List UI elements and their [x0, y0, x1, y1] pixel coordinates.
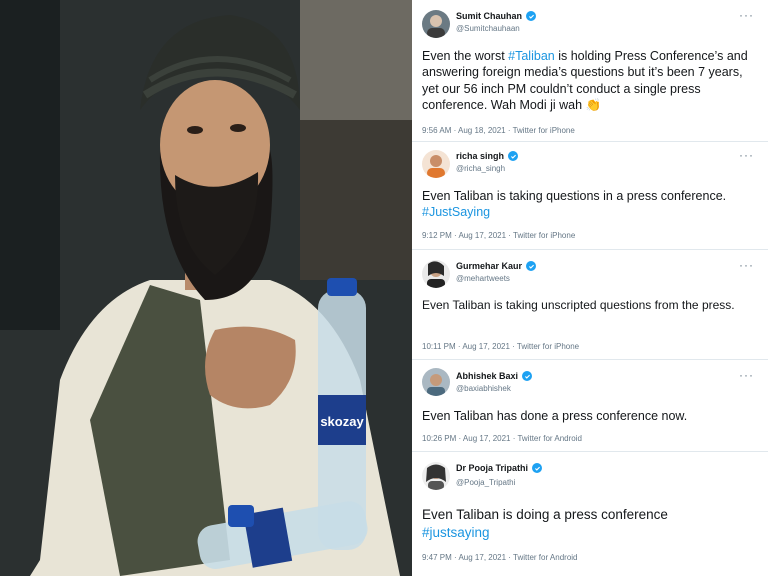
verified-badge-icon — [526, 261, 537, 271]
avatar[interactable] — [422, 260, 450, 288]
hashtag-link[interactable]: #justsaying — [422, 525, 490, 540]
tweet-text: Even Taliban is doing a press conference… — [422, 507, 668, 540]
tweet-feed: Sumit Chauhan @Sumitchauhaan ··· Even th… — [412, 0, 768, 576]
tweet-timestamp[interactable]: 10:11 PM · Aug 17, 2021 · Twitter for iP… — [422, 342, 579, 351]
more-options-icon[interactable]: ··· — [739, 148, 754, 162]
user-name[interactable]: richa singh — [456, 151, 504, 161]
tweet-card[interactable]: Dr Pooja Tripathi @Pooja_Tripathi Even T… — [412, 452, 768, 576]
tweet-card[interactable]: Gurmehar Kaur @mehartweets ··· Even Tali… — [412, 250, 768, 360]
tweet-card[interactable]: richa singh @richa_singh ··· Even Taliba… — [412, 142, 768, 250]
user-handle[interactable]: @mehartweets — [456, 274, 510, 283]
hashtag-link[interactable]: #Taliban — [508, 49, 555, 63]
bottle-label-1: skozay — [320, 414, 364, 429]
tweet-text: Even Taliban has done a press conference… — [422, 409, 688, 423]
hashtag-link[interactable]: #JustSaying — [422, 205, 490, 219]
tweet-card[interactable]: Sumit Chauhan @Sumitchauhaan ··· Even th… — [412, 0, 768, 142]
user-name[interactable]: Abhishek Baxi — [456, 371, 518, 381]
more-options-icon[interactable]: ··· — [739, 368, 754, 382]
avatar[interactable] — [422, 368, 450, 396]
tweet-text: Even the worst #Taliban is holding Press… — [422, 49, 748, 112]
user-name[interactable]: Dr Pooja Tripathi — [456, 463, 528, 473]
tweet-timestamp[interactable]: 9:12 PM · Aug 17, 2021 · Twitter for iPh… — [422, 231, 575, 240]
user-name[interactable]: Sumit Chauhan — [456, 11, 522, 21]
tweet-timestamp[interactable]: 9:47 PM · Aug 17, 2021 · Twitter for And… — [422, 553, 578, 562]
tweet-timestamp[interactable]: 10:26 PM · Aug 17, 2021 · Twitter for An… — [422, 434, 582, 443]
more-options-icon[interactable]: ··· — [739, 8, 754, 22]
verified-badge-icon — [526, 11, 537, 21]
user-handle[interactable]: @Pooja_Tripathi — [456, 478, 515, 487]
tweet-text: Even Taliban is taking questions in a pr… — [422, 189, 727, 220]
avatar[interactable] — [422, 150, 450, 178]
verified-badge-icon — [532, 463, 543, 473]
tweet-timestamp[interactable]: 9:56 AM · Aug 18, 2021 · Twitter for iPh… — [422, 126, 575, 135]
user-handle[interactable]: @Sumitchauhaan — [456, 24, 520, 33]
user-handle[interactable]: @baxiabhishek — [456, 384, 511, 393]
user-name[interactable]: Gurmehar Kaur — [456, 261, 522, 271]
tweet-text: Even Taliban is taking unscripted questi… — [422, 298, 735, 312]
avatar[interactable] — [422, 462, 450, 490]
press-conference-photo: skozay — [0, 0, 412, 576]
tweet-card[interactable]: Abhishek Baxi @baxiabhishek ··· Even Tal… — [412, 360, 768, 452]
photo-illustration: skozay — [0, 0, 412, 576]
more-options-icon[interactable]: ··· — [739, 258, 754, 272]
clap-emoji-icon: 👏 — [585, 97, 602, 112]
avatar[interactable] — [422, 10, 450, 38]
verified-badge-icon — [522, 371, 533, 381]
user-handle[interactable]: @richa_singh — [456, 164, 505, 173]
verified-badge-icon — [508, 151, 519, 161]
